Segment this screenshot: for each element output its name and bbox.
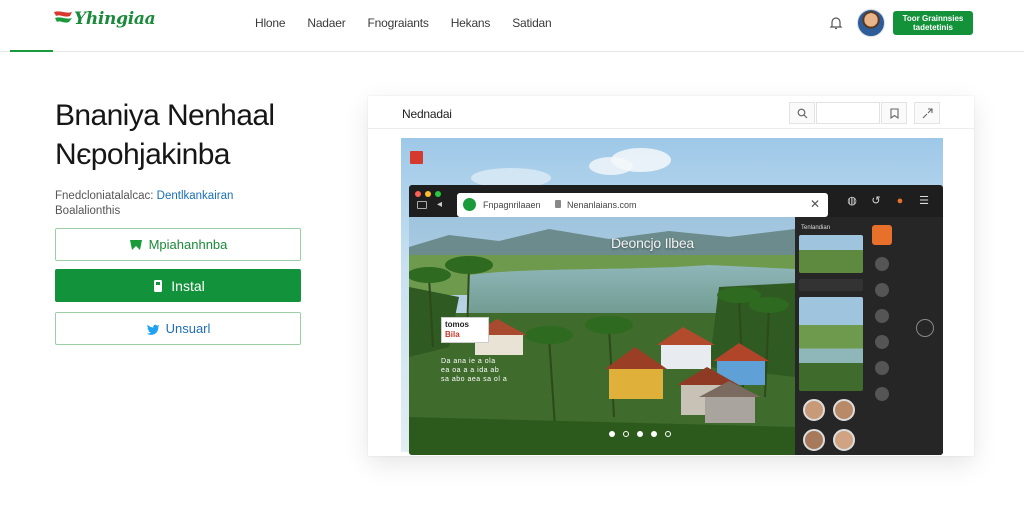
preview-search-button[interactable] xyxy=(789,102,815,124)
scene-tag: tomos Bila xyxy=(441,317,489,343)
lock-icon xyxy=(555,200,561,208)
close-dot xyxy=(415,191,421,197)
scene-tag-line-2: Bila xyxy=(445,330,460,339)
nav-link-home[interactable]: Hlone xyxy=(255,16,286,30)
rail-icon-2[interactable] xyxy=(875,257,889,271)
participant-avatar-3[interactable] xyxy=(803,429,825,451)
top-navbar: Yhingiaa Hlone Nadaer Fnograiants Hekans… xyxy=(0,0,1024,52)
scene-caption: Deoncjo Ilbea xyxy=(611,235,695,251)
expand-icon xyxy=(922,107,933,118)
minimize-dot xyxy=(425,191,431,197)
twitter-button[interactable]: Unsuarl xyxy=(55,312,301,345)
history-icon[interactable]: ↺ xyxy=(870,195,882,207)
notification-bell-icon[interactable] xyxy=(828,15,844,31)
device-icon xyxy=(154,279,163,292)
rail-icon-3[interactable] xyxy=(875,283,889,297)
twitter-button-label: Unsuarl xyxy=(165,321,211,336)
rail-icon-7[interactable] xyxy=(875,387,889,401)
nav-link-3[interactable]: Fnograiants xyxy=(368,16,429,30)
browser-toolbar-icons: ◍ ↺ ● ☰ xyxy=(846,195,942,207)
hero-title-line-2: Nєpohjakinba xyxy=(55,138,231,171)
twitter-bird-icon xyxy=(146,324,159,335)
camera-icon xyxy=(417,201,427,209)
window-controls xyxy=(415,191,445,197)
install-button-label: Instal xyxy=(171,277,205,294)
shield-icon[interactable]: ◍ xyxy=(846,195,858,207)
logo-text: Yhingiaa xyxy=(74,9,156,29)
rail-icon-4[interactable] xyxy=(875,309,889,323)
clear-url-icon[interactable]: ✕ xyxy=(810,197,820,211)
participant-avatar-2[interactable] xyxy=(833,399,855,421)
scene-image: Deoncjo Ilbea tomos Bila Da ana ie a ola… xyxy=(409,217,795,455)
carousel-dot-3[interactable] xyxy=(637,431,643,437)
sidebar-rail xyxy=(871,225,893,413)
participant-avatar-4[interactable] xyxy=(833,429,855,451)
thumb-label: Tenlandian xyxy=(801,225,831,231)
nav-link-4[interactable]: Hekans xyxy=(451,16,491,30)
header-cta-button[interactable]: Toor Grainnsies tadetetinis xyxy=(893,11,973,35)
install-button[interactable]: Instal xyxy=(55,269,301,302)
url-text: Nenanlaians.com xyxy=(567,200,637,210)
preview-expand-button[interactable] xyxy=(914,102,940,124)
hero-subtitle-text: Fnedcloniatalalcac: xyxy=(55,190,157,202)
preview-bookmark-button[interactable] xyxy=(881,102,907,124)
rail-active-icon[interactable] xyxy=(872,225,892,245)
feature-button-label: Mpiahanhnba xyxy=(148,237,228,252)
preview-panel: Nednadai ◂ Fnpagnrilaaen Nenanlaians.com… xyxy=(368,96,974,456)
back-arrow-icon[interactable]: ◂ xyxy=(437,199,442,210)
site-favicon-icon xyxy=(463,198,476,211)
hero-subtitle-line-2: Boalalionthis xyxy=(55,205,121,217)
carousel-dot-1[interactable] xyxy=(609,431,615,437)
preview-title: Nednadai xyxy=(402,107,452,121)
maximize-dot xyxy=(435,191,441,197)
brand-logo[interactable]: Yhingiaa xyxy=(52,8,156,30)
participant-avatar-1[interactable] xyxy=(803,399,825,421)
preview-toolbar: Nednadai xyxy=(368,96,974,129)
carousel-dots xyxy=(609,431,679,437)
tab-text: Fnpagnrilaaen xyxy=(483,200,541,210)
rail-icon-6[interactable] xyxy=(875,361,889,375)
search-icon xyxy=(797,108,807,118)
user-avatar[interactable] xyxy=(857,9,885,37)
carousel-next-button[interactable] xyxy=(916,319,934,337)
preview-search-input[interactable] xyxy=(816,102,880,124)
carousel-dot-5[interactable] xyxy=(665,431,671,437)
menu-icon[interactable]: ☰ xyxy=(918,195,930,207)
hero-subtitle-link[interactable]: Dentlkankairan xyxy=(157,190,234,202)
thumbnail-caption-bar xyxy=(799,279,863,291)
hero-subtitle: Fnedcloniatalalcac: Dentlkankairan Boala… xyxy=(55,189,325,219)
logo-mark-icon xyxy=(54,11,72,23)
hero-title: Bnaniya Nenhaal Nєpohjakinba xyxy=(55,96,345,174)
nav-link-2[interactable]: Nadaer xyxy=(307,16,345,30)
extensions-icon[interactable]: ● xyxy=(894,195,906,207)
nav-link-5[interactable]: Satidan xyxy=(512,16,552,30)
bookmark-icon xyxy=(889,107,899,119)
hero-title-line-1: Bnaniya Nenhaal xyxy=(55,99,275,132)
feature-button[interactable]: Mpiahanhnba xyxy=(55,228,301,261)
carousel-dot-2[interactable] xyxy=(623,431,629,437)
checkmark-icon xyxy=(129,239,142,250)
scene-description: Da ana ie a ola ea oa a a ida ab sa abo … xyxy=(441,358,508,383)
carousel-dot-4[interactable] xyxy=(651,431,657,437)
scene-tag-line-1: tomos xyxy=(445,320,469,329)
address-bar[interactable]: Fnpagnrilaaen Nenanlaians.com ✕ xyxy=(457,193,828,217)
thumbnail-2[interactable] xyxy=(799,297,863,391)
thumbnail-list: Tenlandian xyxy=(797,221,863,455)
thumbnail-1[interactable] xyxy=(799,235,863,273)
browser-window-mockup: ◂ Fnpagnrilaaen Nenanlaians.com ✕ ◍ ↺ ● … xyxy=(409,185,943,455)
active-nav-indicator xyxy=(10,50,53,52)
main-nav: Hlone Nadaer Fnograiants Hekans Satidan xyxy=(255,16,574,30)
rail-icon-5[interactable] xyxy=(875,335,889,349)
